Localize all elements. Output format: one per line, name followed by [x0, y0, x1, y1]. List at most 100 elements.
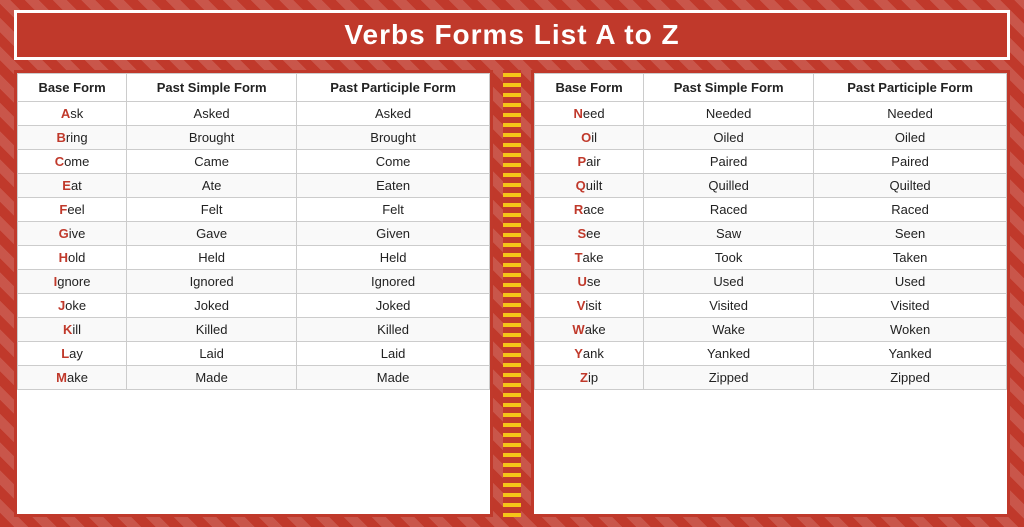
- first-letter: U: [577, 274, 586, 289]
- first-letter: F: [59, 202, 67, 217]
- cell-past: Held: [127, 246, 297, 270]
- cell-base: Make: [18, 366, 127, 390]
- table-row: IgnoreIgnoredIgnored: [18, 270, 490, 294]
- cell-past: Took: [644, 246, 814, 270]
- right-col-base: Base Form: [535, 74, 644, 102]
- left-col-past: Past Simple Form: [127, 74, 297, 102]
- cell-base: Hold: [18, 246, 127, 270]
- cell-base: Visit: [535, 294, 644, 318]
- cell-past: Saw: [644, 222, 814, 246]
- table-separator: [503, 70, 521, 517]
- cell-past: Oiled: [644, 126, 814, 150]
- table-row: BringBroughtBrought: [18, 126, 490, 150]
- cell-past: Paired: [644, 150, 814, 174]
- cell-participle: Paired: [814, 150, 1007, 174]
- table-row: SeeSawSeen: [535, 222, 1007, 246]
- first-letter: N: [573, 106, 582, 121]
- cell-participle: Zipped: [814, 366, 1007, 390]
- cell-base: Ignore: [18, 270, 127, 294]
- table-row: PairPairedPaired: [535, 150, 1007, 174]
- cell-participle: Come: [297, 150, 490, 174]
- right-col-past: Past Simple Form: [644, 74, 814, 102]
- cell-past: Wake: [644, 318, 814, 342]
- first-letter: P: [577, 154, 586, 169]
- cell-participle: Needed: [814, 102, 1007, 126]
- table-row: HoldHeldHeld: [18, 246, 490, 270]
- first-letter: C: [55, 154, 64, 169]
- cell-base: Use: [535, 270, 644, 294]
- cell-past: Zipped: [644, 366, 814, 390]
- cell-past: Quilled: [644, 174, 814, 198]
- cell-past: Yanked: [644, 342, 814, 366]
- cell-participle: Laid: [297, 342, 490, 366]
- cell-base: Pair: [535, 150, 644, 174]
- first-letter: S: [577, 226, 586, 241]
- first-letter: W: [572, 322, 584, 337]
- first-letter: M: [56, 370, 67, 385]
- cell-participle: Woken: [814, 318, 1007, 342]
- cell-past: Came: [127, 150, 297, 174]
- table-row: YankYankedYanked: [535, 342, 1007, 366]
- cell-participle: Used: [814, 270, 1007, 294]
- cell-participle: Killed: [297, 318, 490, 342]
- table-row: TakeTookTaken: [535, 246, 1007, 270]
- table-row: UseUsedUsed: [535, 270, 1007, 294]
- cell-past: Felt: [127, 198, 297, 222]
- table-row: EatAteEaten: [18, 174, 490, 198]
- cell-base: See: [535, 222, 644, 246]
- left-table: Base Form Past Simple Form Past Particip…: [17, 73, 490, 390]
- cell-participle: Seen: [814, 222, 1007, 246]
- first-letter: Y: [574, 346, 583, 361]
- table-row: AskAskedAsked: [18, 102, 490, 126]
- tables-wrapper: Base Form Past Simple Form Past Particip…: [14, 70, 1010, 517]
- cell-base: Race: [535, 198, 644, 222]
- cell-past: Laid: [127, 342, 297, 366]
- right-col-participle: Past Participle Form: [814, 74, 1007, 102]
- cell-participle: Given: [297, 222, 490, 246]
- table-row: NeedNeededNeeded: [535, 102, 1007, 126]
- cell-participle: Visited: [814, 294, 1007, 318]
- right-table-container: Base Form Past Simple Form Past Particip…: [531, 70, 1010, 517]
- cell-base: Joke: [18, 294, 127, 318]
- cell-base: Zip: [535, 366, 644, 390]
- cell-participle: Oiled: [814, 126, 1007, 150]
- first-letter: R: [574, 202, 583, 217]
- cell-participle: Made: [297, 366, 490, 390]
- first-letter: T: [575, 250, 583, 265]
- cell-past: Raced: [644, 198, 814, 222]
- table-row: RaceRacedRaced: [535, 198, 1007, 222]
- first-letter: Z: [580, 370, 588, 385]
- cell-base: Need: [535, 102, 644, 126]
- cell-participle: Felt: [297, 198, 490, 222]
- page-title: Verbs Forms List A to Z: [17, 19, 1007, 51]
- cell-past: Needed: [644, 102, 814, 126]
- cell-base: Oil: [535, 126, 644, 150]
- cell-past: Ignored: [127, 270, 297, 294]
- table-row: QuiltQuilledQuilted: [535, 174, 1007, 198]
- cell-participle: Brought: [297, 126, 490, 150]
- cell-base: Kill: [18, 318, 127, 342]
- left-table-container: Base Form Past Simple Form Past Particip…: [14, 70, 493, 517]
- table-row: VisitVisitedVisited: [535, 294, 1007, 318]
- first-letter: V: [577, 298, 586, 313]
- cell-past: Brought: [127, 126, 297, 150]
- table-row: JokeJokedJoked: [18, 294, 490, 318]
- cell-past: Made: [127, 366, 297, 390]
- first-letter: I: [54, 274, 58, 289]
- first-letter: Q: [576, 178, 586, 193]
- cell-participle: Joked: [297, 294, 490, 318]
- cell-participle: Asked: [297, 102, 490, 126]
- first-letter: K: [63, 322, 72, 337]
- left-header-row: Base Form Past Simple Form Past Particip…: [18, 74, 490, 102]
- table-row: ZipZippedZipped: [535, 366, 1007, 390]
- right-header-row: Base Form Past Simple Form Past Particip…: [535, 74, 1007, 102]
- right-table: Base Form Past Simple Form Past Particip…: [534, 73, 1007, 390]
- cell-past: Killed: [127, 318, 297, 342]
- table-row: LayLaidLaid: [18, 342, 490, 366]
- cell-base: Take: [535, 246, 644, 270]
- left-col-participle: Past Participle Form: [297, 74, 490, 102]
- table-row: MakeMadeMade: [18, 366, 490, 390]
- cell-base: Eat: [18, 174, 127, 198]
- cell-base: Wake: [535, 318, 644, 342]
- title-bar: Verbs Forms List A to Z: [14, 10, 1010, 60]
